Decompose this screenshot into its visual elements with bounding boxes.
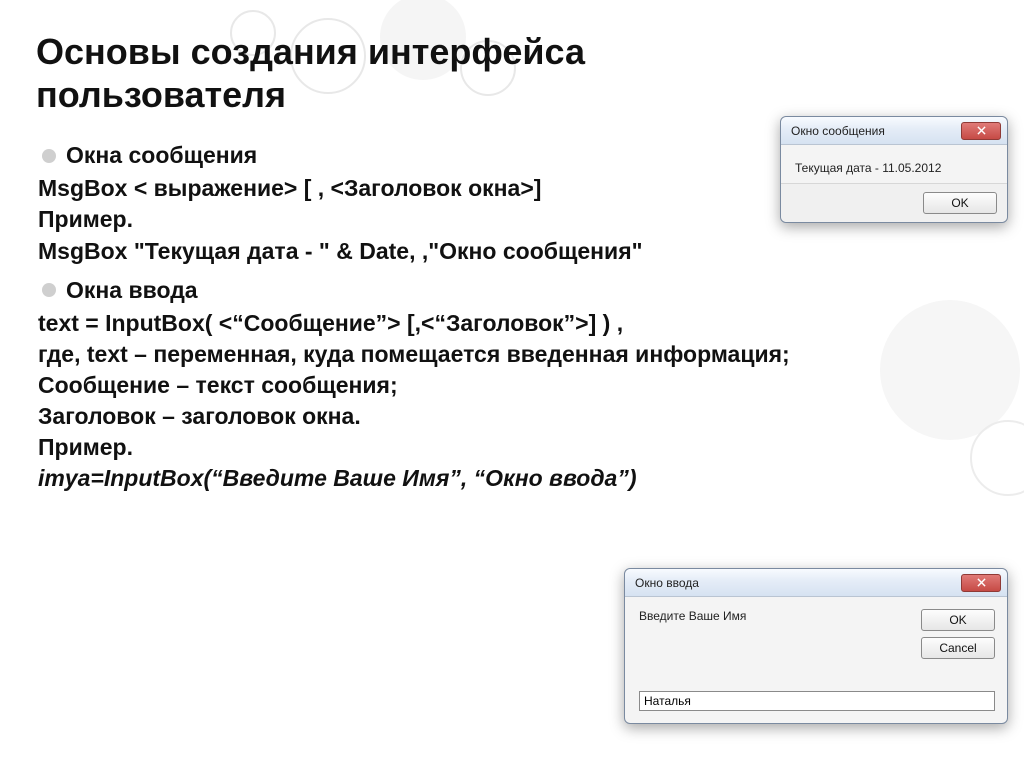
- msgbox-body: Текущая дата - 11.05.2012: [781, 145, 1007, 183]
- msgbox-title: Окно сообщения: [791, 124, 961, 138]
- slide-title: Основы создания интерфейса пользователя: [36, 30, 796, 116]
- msgbox-dialog: Окно сообщения Текущая дата - 11.05.2012…: [780, 116, 1008, 223]
- cancel-button[interactable]: Cancel: [921, 637, 995, 659]
- bullet-icon: [42, 149, 56, 163]
- section2-heading: Окна ввода: [66, 275, 198, 306]
- inputbox-titlebar: Окно ввода: [625, 569, 1007, 597]
- section2-line4: Заголовок – заголовок окна.: [38, 401, 1000, 432]
- close-icon[interactable]: [961, 122, 1001, 140]
- section2-line1: text = InputBox( <“Сообщение”> [,<“Загол…: [38, 308, 1000, 339]
- section2-line5: Пример.: [38, 432, 1000, 463]
- section1-heading: Окна сообщения: [66, 140, 257, 171]
- inputbox-title: Окно ввода: [635, 576, 961, 590]
- msgbox-footer: OK: [781, 183, 1007, 222]
- inputbox-prompt: Введите Ваше Имя: [639, 609, 911, 659]
- msgbox-titlebar: Окно сообщения: [781, 117, 1007, 145]
- section2-line2: где, text – переменная, куда помещается …: [38, 339, 1000, 370]
- inputbox-textfield[interactable]: [639, 691, 995, 711]
- ok-button[interactable]: OK: [921, 609, 995, 631]
- section1-line3: MsgBox "Текущая дата - " & Date, ,"Окно …: [38, 236, 1000, 267]
- close-icon[interactable]: [961, 574, 1001, 592]
- bullet-icon: [42, 283, 56, 297]
- section2-line3: Сообщение – текст сообщения;: [38, 370, 1000, 401]
- section2-line6: imya=InputBox(“Введите Ваше Имя”, “Окно …: [38, 463, 1000, 494]
- ok-button[interactable]: OK: [923, 192, 997, 214]
- inputbox-dialog: Окно ввода Введите Ваше Имя OK Cancel: [624, 568, 1008, 724]
